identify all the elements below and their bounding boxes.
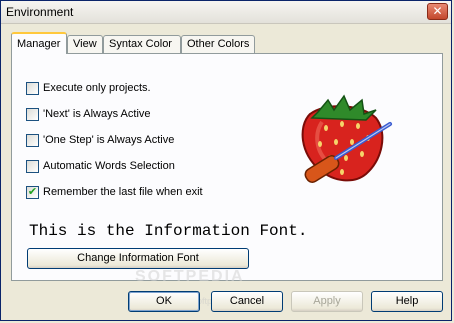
close-icon[interactable]: ✕ xyxy=(427,3,448,20)
help-button[interactable]: Help xyxy=(371,291,443,312)
tab-manager[interactable]: Manager xyxy=(11,32,67,54)
title-bar[interactable]: Environment ✕ xyxy=(1,1,451,24)
checkbox-box[interactable] xyxy=(26,82,39,95)
checkbox-label: 'One Step' is Always Active xyxy=(43,134,175,146)
softpedia-watermark: SOFTPEDIA xyxy=(135,268,245,285)
apply-button[interactable]: Apply xyxy=(291,291,363,312)
checkbox-label: Remember the last file when exit xyxy=(43,186,203,198)
strawberry-screwdriver-icon xyxy=(292,92,400,190)
checkbox-box-checked[interactable]: ✔ xyxy=(26,186,39,199)
window-title: Environment xyxy=(6,5,74,19)
checkbox-box[interactable] xyxy=(26,108,39,121)
checkbox-label: 'Next' is Always Active xyxy=(43,108,151,120)
cancel-button[interactable]: Cancel xyxy=(211,291,283,312)
environment-dialog: Environment ✕ Manager View Syntax Color … xyxy=(0,0,452,321)
tab-other-colors[interactable]: Other Colors xyxy=(181,35,255,53)
checkbox-label: Execute only projects. xyxy=(43,82,151,94)
checkbox-box[interactable] xyxy=(26,134,39,147)
information-font-sample: This is the Information Font. xyxy=(29,222,308,240)
checkbox-label: Automatic Words Selection xyxy=(43,160,175,172)
change-information-font-button[interactable]: Change Information Font xyxy=(27,248,249,269)
manager-panel: Execute only projects. 'Next' is Always … xyxy=(11,53,443,281)
ok-button[interactable]: OK xyxy=(128,291,200,312)
tab-view[interactable]: View xyxy=(67,35,103,53)
checkbox-box[interactable] xyxy=(26,160,39,173)
tab-syntax-color[interactable]: Syntax Color xyxy=(103,35,181,53)
